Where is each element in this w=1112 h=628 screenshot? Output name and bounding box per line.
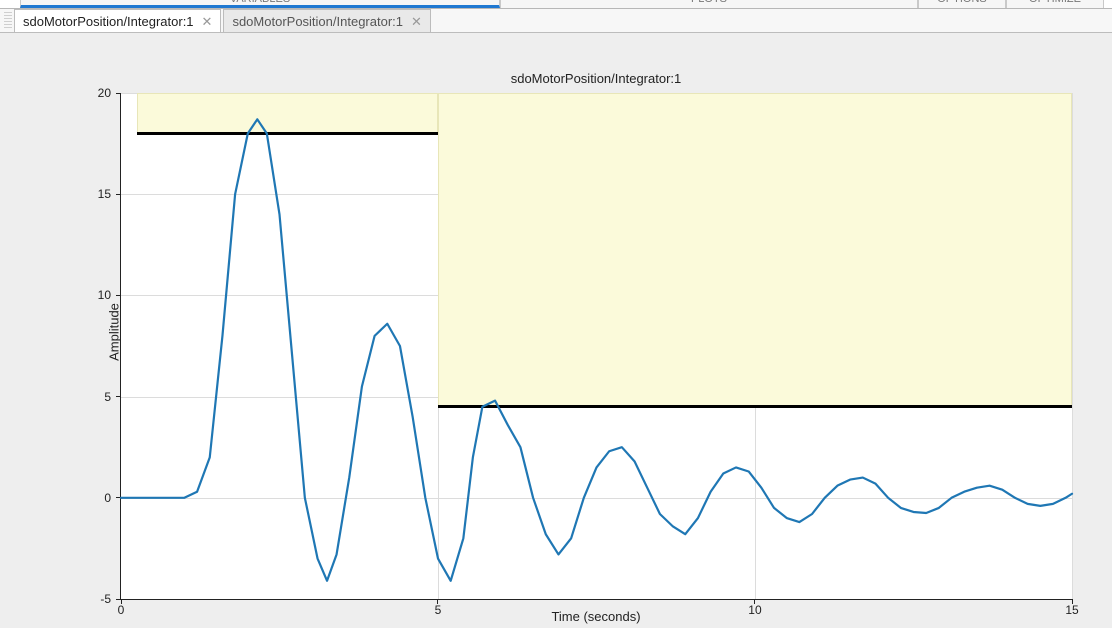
chart-title: sdoMotorPosition/Integrator:1	[120, 71, 1072, 86]
close-icon[interactable]: ✕	[202, 15, 213, 28]
figure-area: sdoMotorPosition/Integrator:1 Amplitude …	[0, 33, 1112, 628]
toolstrip-tab-optimize[interactable]: OPTIMIZE	[1006, 0, 1104, 8]
toolstrip-tab-plots[interactable]: PLOTS	[500, 0, 918, 8]
line-series	[121, 93, 1072, 599]
close-icon[interactable]: ✕	[411, 15, 422, 28]
y-tick-label: 15	[98, 187, 111, 201]
plot-axes[interactable]: 051015-505101520	[120, 93, 1072, 600]
doc-tab-label: sdoMotorPosition/Integrator:1	[23, 14, 194, 29]
y-tick-label: 20	[98, 86, 111, 100]
x-tick-label: 0	[118, 603, 125, 617]
y-tick-label: -5	[100, 592, 111, 606]
plot-axes-container: 051015-505101520	[120, 93, 1072, 600]
doc-tab-0[interactable]: sdoMotorPosition/Integrator:1 ✕	[14, 9, 221, 32]
y-tick-label: 0	[104, 491, 111, 505]
x-axis-label: Time (seconds)	[120, 609, 1072, 624]
tabbar-grip[interactable]	[4, 12, 12, 30]
toolstrip-header: VARIABLESPLOTSOPTIONSOPTIMIZE	[0, 0, 1112, 9]
x-tick-label: 15	[1065, 603, 1078, 617]
gridline-v	[1072, 93, 1073, 599]
toolstrip-tab-variables[interactable]: VARIABLES	[20, 0, 500, 8]
y-tick-label: 10	[98, 288, 111, 302]
x-tick-label: 5	[435, 603, 442, 617]
x-tick-label: 10	[748, 603, 761, 617]
document-tab-bar: sdoMotorPosition/Integrator:1✕sdoMotorPo…	[0, 9, 1112, 33]
toolstrip-tab-options[interactable]: OPTIONS	[918, 0, 1006, 8]
doc-tab-label: sdoMotorPosition/Integrator:1	[232, 14, 403, 29]
doc-tab-1[interactable]: sdoMotorPosition/Integrator:1 ✕	[223, 9, 430, 32]
y-tick-label: 5	[104, 390, 111, 404]
series-response	[121, 119, 1072, 580]
